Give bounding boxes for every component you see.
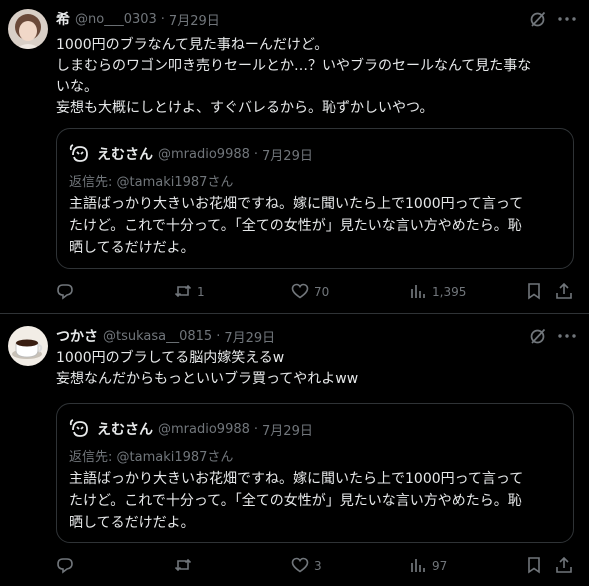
bar-chart-icon [409,556,427,577]
like-button[interactable]: 70 [291,281,329,303]
action-bar: 3 97 [0,555,589,577]
like-count: 3 [314,559,322,573]
repost-count: 1 [197,285,205,299]
quoted-avatar [69,418,91,440]
quoted-date: 7月29日 [262,423,313,439]
post-date[interactable]: 7月29日 [224,327,275,346]
share-upload-icon [555,282,573,303]
repost-arrows-icon [174,556,192,577]
post-text-line: いな。 [56,79,98,95]
author-name[interactable]: 希 [56,9,70,29]
repost-button[interactable]: 1 [174,281,205,303]
post[interactable]: 希 @no___0303 · 7月29日 1000円のブラなんて見た事ねーんだけ… [0,0,589,312]
quoted-author-name: えむさん [97,422,153,438]
action-bar: 1 70 1,395 [0,281,589,303]
like-button[interactable]: 3 [291,555,322,577]
share-upload-icon [555,556,573,577]
quoted-text-line: 主語ばっかり大きいお花畑ですね。嫁に聞いたら上で1000円って言って [69,196,524,212]
separator-dot: · [253,421,259,437]
views-button[interactable]: 97 [409,555,447,577]
replying-to: 返信先: @tamaki1987さん [69,450,234,465]
repost-arrows-icon [174,282,192,303]
post-date[interactable]: 7月29日 [169,10,220,29]
bookmark-button[interactable] [525,281,543,303]
reply-button[interactable] [56,281,79,303]
grok-slash-icon[interactable] [529,327,547,345]
quoted-text-line: たけど。これで十分って。「全ての女性が」見たいな言い方やめたら。恥 [69,218,522,234]
avatar[interactable] [8,9,48,49]
heart-icon [291,282,309,303]
quoted-text-line: たけど。これで十分って。「全ての女性が」見たいな言い方やめたら。恥 [69,493,522,509]
reply-button[interactable] [56,555,79,577]
quoted-text: 主語ばっかり大きいお花畑ですね。嫁に聞いたら上で1000円って言って たけど。こ… [69,193,523,259]
post-text: 1000円のブラしてる脳内嫁笑えるw 妄想なんだからもっといいブラ買ってやれよw… [56,348,576,390]
share-button[interactable] [555,555,573,577]
views-button[interactable]: 1,395 [409,281,466,303]
speech-bubble-icon [56,556,74,577]
view-count: 97 [432,559,448,573]
quoted-avatar [69,143,91,165]
view-count: 1,395 [432,285,467,299]
post-text-line: 妄想なんだからもっといいブラ買ってやれよww [56,371,359,387]
quoted-author-name: えむさん [97,147,153,163]
separator-dot: · [216,328,221,344]
post[interactable]: つかさ @tsukasa__0815 · 7月29日 1000円のブラしてる脳内… [0,314,589,586]
separator-dot: · [160,11,165,27]
quoted-date: 7月29日 [262,148,313,164]
quoted-text: 主語ばっかり大きいお花畑ですね。嫁に聞いたら上で1000円って言って たけど。こ… [69,468,523,534]
replying-to: 返信先: @tamaki1987さん [69,175,234,190]
avatar[interactable] [8,326,48,366]
bookmark-icon [525,556,543,577]
quoted-author-handle: @mradio9988 [158,146,250,162]
quoted-post[interactable]: えむさん @mradio9988 · 7月29日 返信先: @tamaki198… [56,128,574,269]
like-count: 70 [314,285,330,299]
quoted-text-line: 主語ばっかり大きいお花畑ですね。嫁に聞いたら上で1000円って言って [69,471,524,487]
repost-button[interactable] [174,555,197,577]
speech-bubble-icon [56,282,74,303]
bookmark-icon [525,282,543,303]
quoted-post[interactable]: えむさん @mradio9988 · 7月29日 返信先: @tamaki198… [56,403,574,543]
more-dots-icon[interactable] [557,329,577,347]
share-button[interactable] [555,281,573,303]
post-text-line: 1000円のブラなんて見た事ねーんだけど。 [56,37,329,53]
quoted-author-handle: @mradio9988 [158,421,250,437]
author-name[interactable]: つかさ [56,326,98,346]
separator-dot: · [253,146,259,162]
more-dots-icon[interactable] [557,12,577,30]
post-text-line: 1000円のブラしてる脳内嫁笑えるw [56,350,285,366]
quoted-text-line: 晒してるだけだよ。 [69,515,195,531]
post-text: 1000円のブラなんて見た事ねーんだけど。 しまむらのワゴン叩き売りセールとか…… [56,35,576,119]
bar-chart-icon [409,282,427,303]
post-text-line: しまむらのワゴン叩き売りセールとか…？いやブラのセールなんて見た事な [56,58,532,74]
quoted-text-line: 晒してるだけだよ。 [69,240,195,256]
author-handle[interactable]: @no___0303 [75,12,157,27]
grok-slash-icon[interactable] [529,10,547,28]
bookmark-button[interactable] [525,555,543,577]
heart-icon [291,556,309,577]
post-text-line: 妄想も大概にしとけよ、すぐバレるから。恥ずかしいやつ。 [56,100,434,116]
author-handle[interactable]: @tsukasa__0815 [103,329,212,344]
